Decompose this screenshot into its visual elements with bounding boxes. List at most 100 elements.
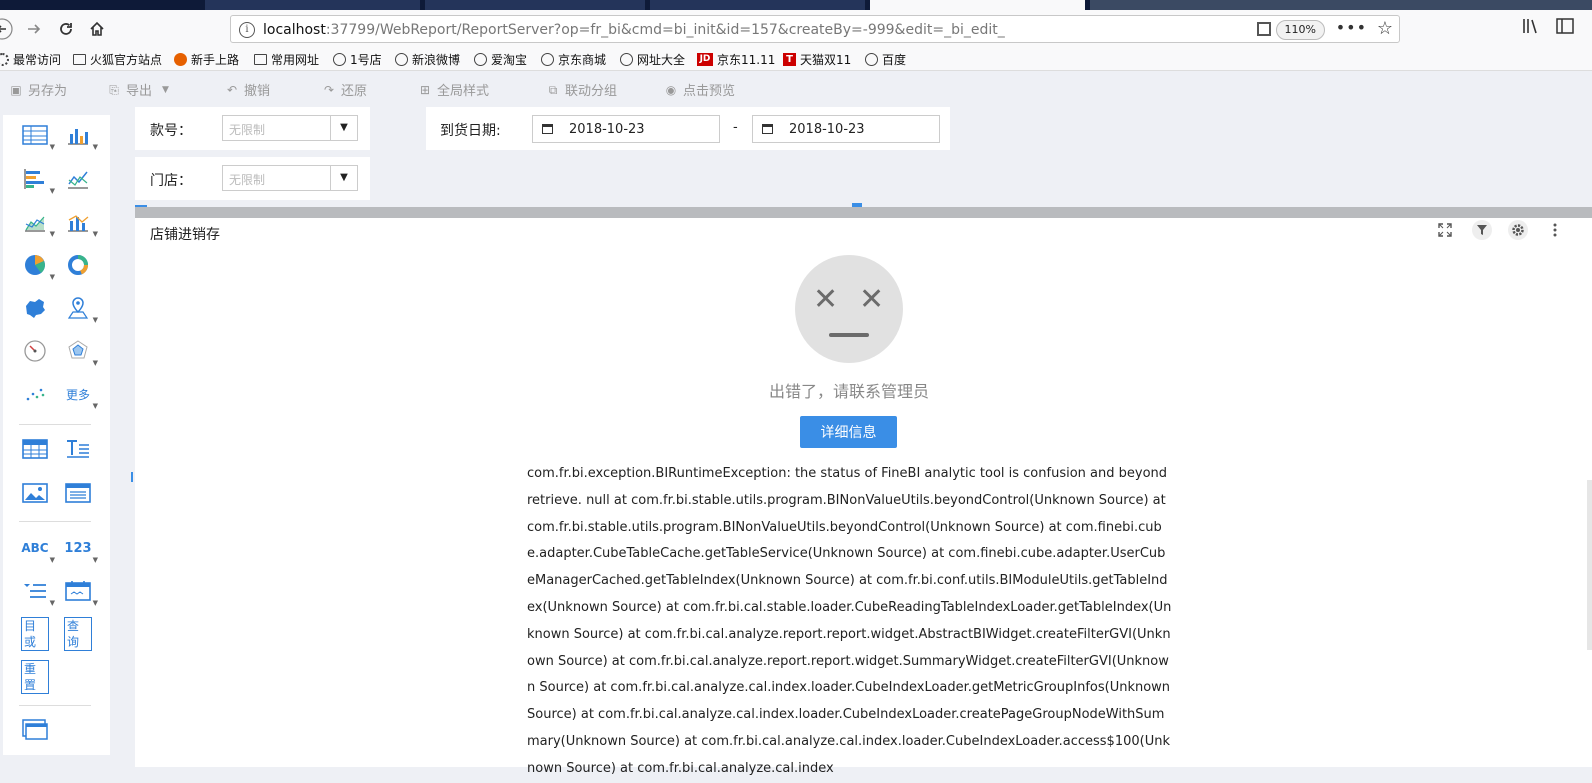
- bookmark-item[interactable]: 1号店: [333, 51, 382, 68]
- resize-handle[interactable]: [135, 205, 147, 207]
- expand-icon[interactable]: [1435, 220, 1455, 240]
- vertical-scrollbar[interactable]: [1587, 480, 1592, 650]
- pie-chart-icon[interactable]: ▼: [21, 253, 55, 281]
- area-chart-icon[interactable]: ▼: [21, 210, 55, 238]
- linked-group-button[interactable]: ⧉ 联动分组: [547, 80, 617, 100]
- table-chart-icon[interactable]: ▼: [21, 123, 55, 151]
- browser-tab[interactable]: [205, 0, 420, 10]
- page-actions-menu-icon[interactable]: •••: [1336, 18, 1367, 37]
- general-query-widget[interactable]: 目或: [21, 617, 49, 651]
- bookmark-item[interactable]: 火狐官方站点: [73, 51, 162, 68]
- map-pin-icon[interactable]: ▼: [64, 296, 98, 324]
- back-icon[interactable]: [0, 17, 14, 41]
- qr-code-icon[interactable]: [1257, 22, 1271, 36]
- bookmark-item[interactable]: 新浪微博: [395, 51, 460, 68]
- jd-icon: JD: [697, 53, 713, 66]
- number-filter-widget[interactable]: 123 ▼: [64, 536, 98, 565]
- bookmark-star-icon[interactable]: ☆: [1377, 18, 1393, 39]
- bookmark-item[interactable]: 新手上路: [174, 51, 239, 68]
- dropdown-arrow-icon[interactable]: ▼: [330, 116, 357, 140]
- line-chart-icon[interactable]: [64, 167, 92, 191]
- sidebar-toggle-icon[interactable]: [1556, 18, 1574, 38]
- radar-chart-icon[interactable]: ▼: [64, 339, 98, 367]
- resize-handle[interactable]: [852, 203, 862, 207]
- error-face-icon: ✕ ✕: [795, 255, 903, 363]
- calendar-icon[interactable]: [762, 124, 773, 134]
- donut-chart-icon[interactable]: [64, 253, 92, 277]
- image-widget-icon[interactable]: [21, 481, 49, 505]
- zoom-level-badge[interactable]: 110%: [1275, 20, 1325, 40]
- save-as-button[interactable]: ▣ 另存为: [10, 80, 67, 100]
- globe-icon: [333, 53, 346, 66]
- reset-button-widget[interactable]: 重置: [21, 660, 49, 694]
- browser-tab[interactable]: [1090, 0, 1592, 10]
- browser-tab[interactable]: [425, 0, 645, 10]
- url-bar[interactable]: i localhost:37799/WebReport/ReportServer…: [230, 15, 1400, 43]
- bookmark-item[interactable]: 爱淘宝: [474, 51, 527, 68]
- browser-tab[interactable]: [650, 0, 865, 10]
- date-filter-icon[interactable]: ▼: [64, 579, 98, 607]
- resize-handle[interactable]: [131, 472, 133, 482]
- gauge-chart-icon[interactable]: [21, 339, 49, 363]
- date-from-input[interactable]: 2018-10-23: [532, 115, 720, 143]
- dropdown-arrow-icon[interactable]: ▼: [330, 166, 357, 190]
- url-text[interactable]: localhost:37799/WebReport/ReportServer?o…: [263, 22, 1005, 38]
- palette-divider: [19, 424, 91, 425]
- firefox-icon: [174, 53, 187, 66]
- date-to-input[interactable]: 2018-10-23: [752, 115, 940, 143]
- globe-icon: [474, 53, 487, 66]
- more-charts-button[interactable]: 更多 ▼: [64, 382, 98, 411]
- global-style-button[interactable]: ⊞ 全局样式: [419, 80, 489, 100]
- bookmark-item[interactable]: 京东商城: [541, 51, 606, 68]
- horizontal-bar-chart-icon[interactable]: ▼: [21, 167, 55, 195]
- report-toolbar: ▣ 另存为 ⎘ 导出 ▼ ↶ 撤销 ↷ 还原 ⊞ 全局样式 ⧉ 联动分组 ◉ 点击预览: [0, 71, 1592, 106]
- redo-button[interactable]: ↷ 还原: [323, 80, 367, 100]
- widget-drag-bar[interactable]: [135, 207, 1592, 218]
- style-no-select[interactable]: 无限制 ▼: [222, 115, 358, 141]
- date-range-separator: -: [733, 120, 738, 135]
- detail-table-icon[interactable]: [21, 437, 49, 461]
- export-button[interactable]: ⎘ 导出 ▼: [108, 80, 169, 100]
- store-select[interactable]: 无限制 ▼: [222, 165, 358, 191]
- map-china-icon[interactable]: [21, 296, 49, 320]
- query-button-widget[interactable]: 查询: [64, 617, 92, 651]
- widget-title: 店铺进销存: [150, 227, 220, 243]
- bookmarks-bar: 最常访问 火狐官方站点 新手上路 常用网址 1号店 新浪微博 爱淘宝 京东商城 …: [0, 48, 1592, 71]
- browser-tab-active[interactable]: [870, 0, 1085, 10]
- bookmark-item[interactable]: JD 京东11.11: [697, 51, 775, 68]
- bar-chart-icon[interactable]: ▼: [64, 123, 98, 151]
- palette-divider: [19, 521, 91, 522]
- calendar-icon[interactable]: [542, 124, 553, 134]
- bookmark-item[interactable]: T 天猫双11: [783, 51, 851, 68]
- detail-info-button[interactable]: 详细信息: [800, 416, 897, 448]
- gear-icon: [0, 53, 9, 66]
- web-widget-icon[interactable]: [64, 481, 92, 505]
- reload-icon[interactable]: [54, 17, 78, 41]
- store-filter-panel: 门店： 无限制 ▼: [135, 157, 370, 200]
- info-icon[interactable]: i: [239, 22, 255, 38]
- gear-icon[interactable]: [1508, 220, 1528, 240]
- store-inventory-widget[interactable]: 店铺进销存 ✕ ✕ 出错了，请联系管理员 详细信息 com.fr.bi.exce…: [135, 218, 1592, 776]
- bookmark-item[interactable]: 最常访问: [0, 51, 61, 68]
- combo-chart-icon[interactable]: ▼: [64, 210, 98, 238]
- tab-container-icon[interactable]: [21, 717, 49, 741]
- browser-tab-strip: [0, 0, 1592, 10]
- undo-button[interactable]: ↶ 撤销: [226, 80, 270, 100]
- store-label: 门店：: [150, 173, 192, 189]
- library-icon[interactable]: [1522, 18, 1540, 38]
- grid-icon: ⊞: [419, 82, 431, 97]
- text-filter-widget[interactable]: ABC ▼: [21, 536, 55, 564]
- palette-divider: [19, 705, 91, 706]
- chevron-down-icon: ▼: [162, 84, 169, 95]
- bookmark-item[interactable]: 网址大全: [620, 51, 685, 68]
- preview-button[interactable]: ◉ 点击预览: [665, 80, 735, 100]
- filter-icon[interactable]: [1472, 220, 1492, 240]
- more-vertical-icon[interactable]: [1545, 220, 1565, 240]
- bookmark-item[interactable]: 百度: [865, 51, 906, 68]
- tree-filter-icon[interactable]: ▼: [21, 579, 55, 607]
- scatter-chart-icon[interactable]: [21, 382, 49, 406]
- text-widget-icon[interactable]: [64, 437, 92, 461]
- forward-icon[interactable]: [22, 17, 46, 41]
- home-icon[interactable]: [85, 17, 109, 41]
- bookmark-item[interactable]: 常用网址: [254, 51, 319, 68]
